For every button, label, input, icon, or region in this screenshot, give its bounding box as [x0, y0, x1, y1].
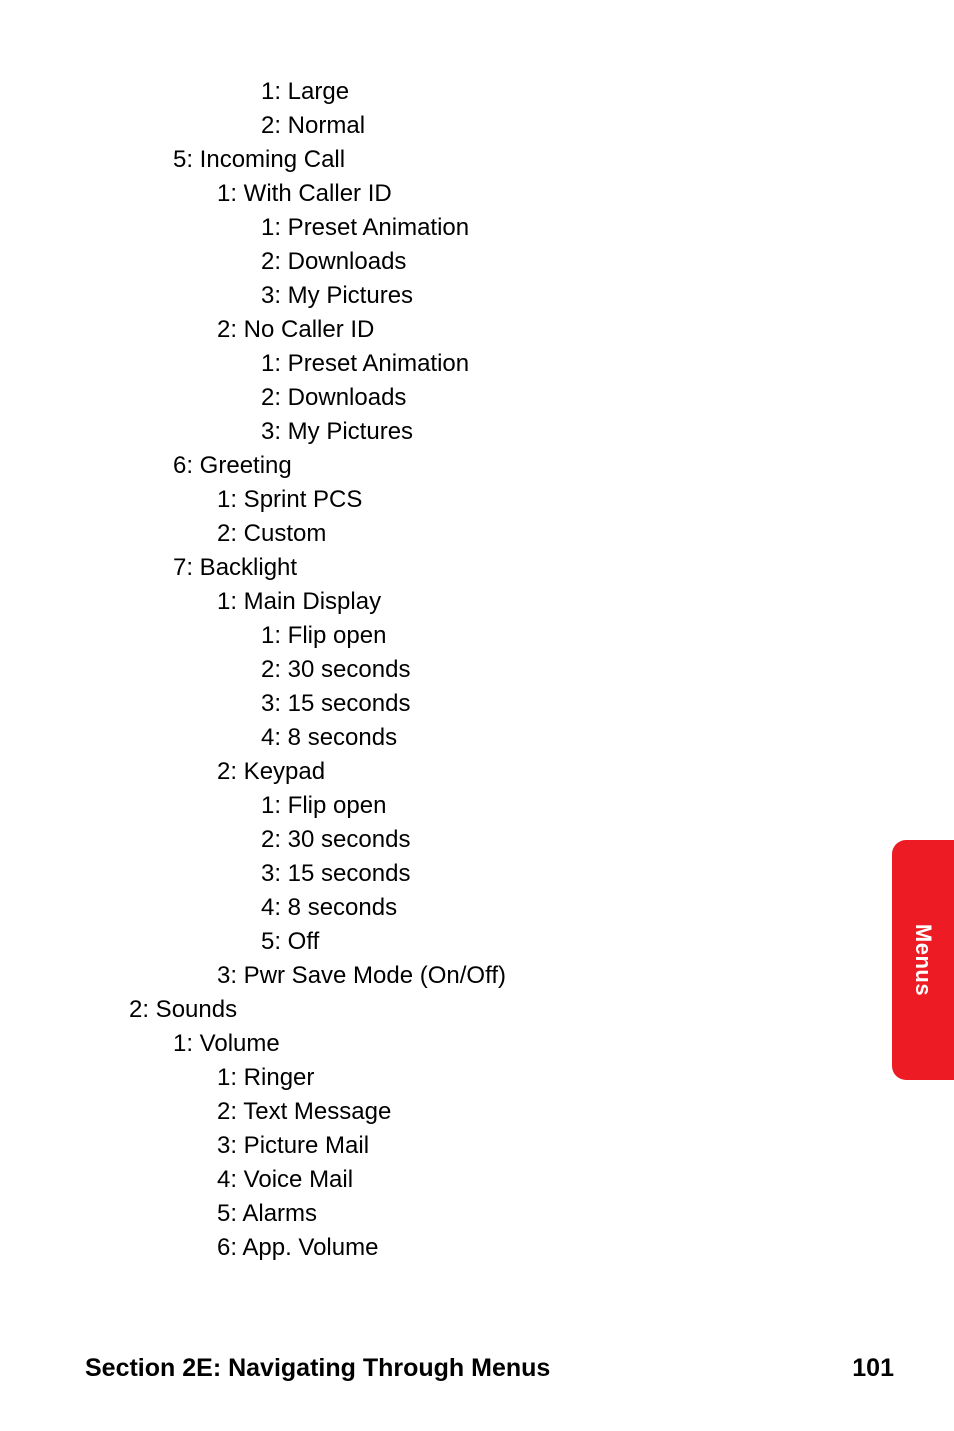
menu-item: 2: Normal	[85, 109, 894, 143]
menu-item: 5: Incoming Call	[85, 143, 894, 177]
footer-page-number: 101	[852, 1354, 894, 1383]
menu-item: 3: Pwr Save Mode (On/Off)	[85, 959, 894, 993]
menu-item: 6: App. Volume	[85, 1231, 894, 1265]
menu-item: 1: Large	[85, 75, 894, 109]
menu-item: 3: Picture Mail	[85, 1129, 894, 1163]
menu-item: 6: Greeting	[85, 449, 894, 483]
menu-item: 3: 15 seconds	[85, 687, 894, 721]
side-tab-label: Menus	[910, 924, 936, 996]
menu-content: 1: Large2: Normal5: Incoming Call1: With…	[85, 75, 894, 1265]
menu-item: 1: Ringer	[85, 1061, 894, 1095]
menu-item: 1: Flip open	[85, 619, 894, 653]
menu-item: 1: Sprint PCS	[85, 483, 894, 517]
menu-item: 4: Voice Mail	[85, 1163, 894, 1197]
menu-item: 4: 8 seconds	[85, 721, 894, 755]
menu-item: 5: Alarms	[85, 1197, 894, 1231]
menu-item: 2: Keypad	[85, 755, 894, 789]
menu-item: 1: With Caller ID	[85, 177, 894, 211]
menu-item: 5: Off	[85, 925, 894, 959]
menu-item: 1: Volume	[85, 1027, 894, 1061]
menu-item: 3: 15 seconds	[85, 857, 894, 891]
menu-item: 3: My Pictures	[85, 279, 894, 313]
menu-item: 4: 8 seconds	[85, 891, 894, 925]
menu-item: 2: 30 seconds	[85, 823, 894, 857]
menu-item: 3: My Pictures	[85, 415, 894, 449]
menu-item: 2: Downloads	[85, 245, 894, 279]
menu-item: 1: Preset Animation	[85, 347, 894, 381]
menu-item: 1: Main Display	[85, 585, 894, 619]
menu-item: 7: Backlight	[85, 551, 894, 585]
menu-item: 2: Downloads	[85, 381, 894, 415]
page-footer: Section 2E: Navigating Through Menus 101	[85, 1354, 894, 1383]
menu-item: 2: Sounds	[85, 993, 894, 1027]
menu-item: 2: Text Message	[85, 1095, 894, 1129]
menu-item: 1: Flip open	[85, 789, 894, 823]
side-tab: Menus	[892, 840, 954, 1080]
menu-item: 2: 30 seconds	[85, 653, 894, 687]
footer-section-title: Section 2E: Navigating Through Menus	[85, 1354, 550, 1383]
menu-item: 2: Custom	[85, 517, 894, 551]
menu-item: 1: Preset Animation	[85, 211, 894, 245]
menu-item: 2: No Caller ID	[85, 313, 894, 347]
